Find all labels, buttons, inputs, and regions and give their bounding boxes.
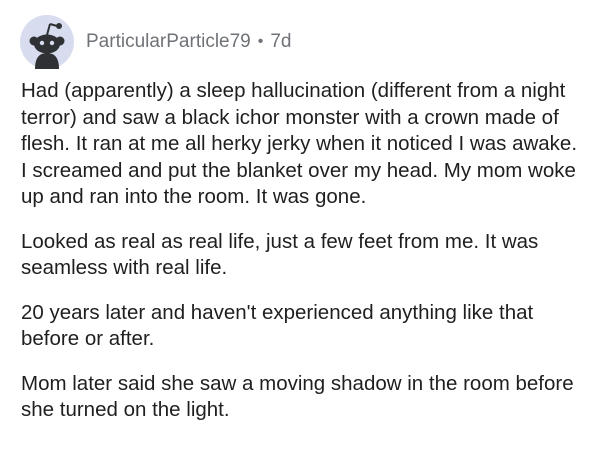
comment-header: ParticularParticle79 • 7d	[20, 14, 292, 70]
meta-separator: •	[257, 33, 264, 50]
timestamp: 7d	[270, 31, 292, 52]
comment: ParticularParticle79 • 7d Had (apparentl…	[0, 0, 599, 470]
comment-paragraph: Had (apparently) a sleep hallucination (…	[21, 79, 578, 208]
comment-body: Had (apparently) a sleep hallucination (…	[21, 78, 583, 442]
reddit-snoo-avatar-icon	[29, 23, 65, 69]
comment-paragraph: Mom later said she saw a moving shadow i…	[21, 371, 574, 422]
avatar[interactable]	[20, 15, 74, 69]
comment-paragraph: 20 years later and haven't experienced a…	[21, 300, 534, 351]
username[interactable]: ParticularParticle79	[86, 31, 251, 53]
comment-paragraph: Looked as real as real life, just a few …	[21, 229, 539, 280]
comment-meta: ParticularParticle79 • 7d	[86, 31, 292, 53]
